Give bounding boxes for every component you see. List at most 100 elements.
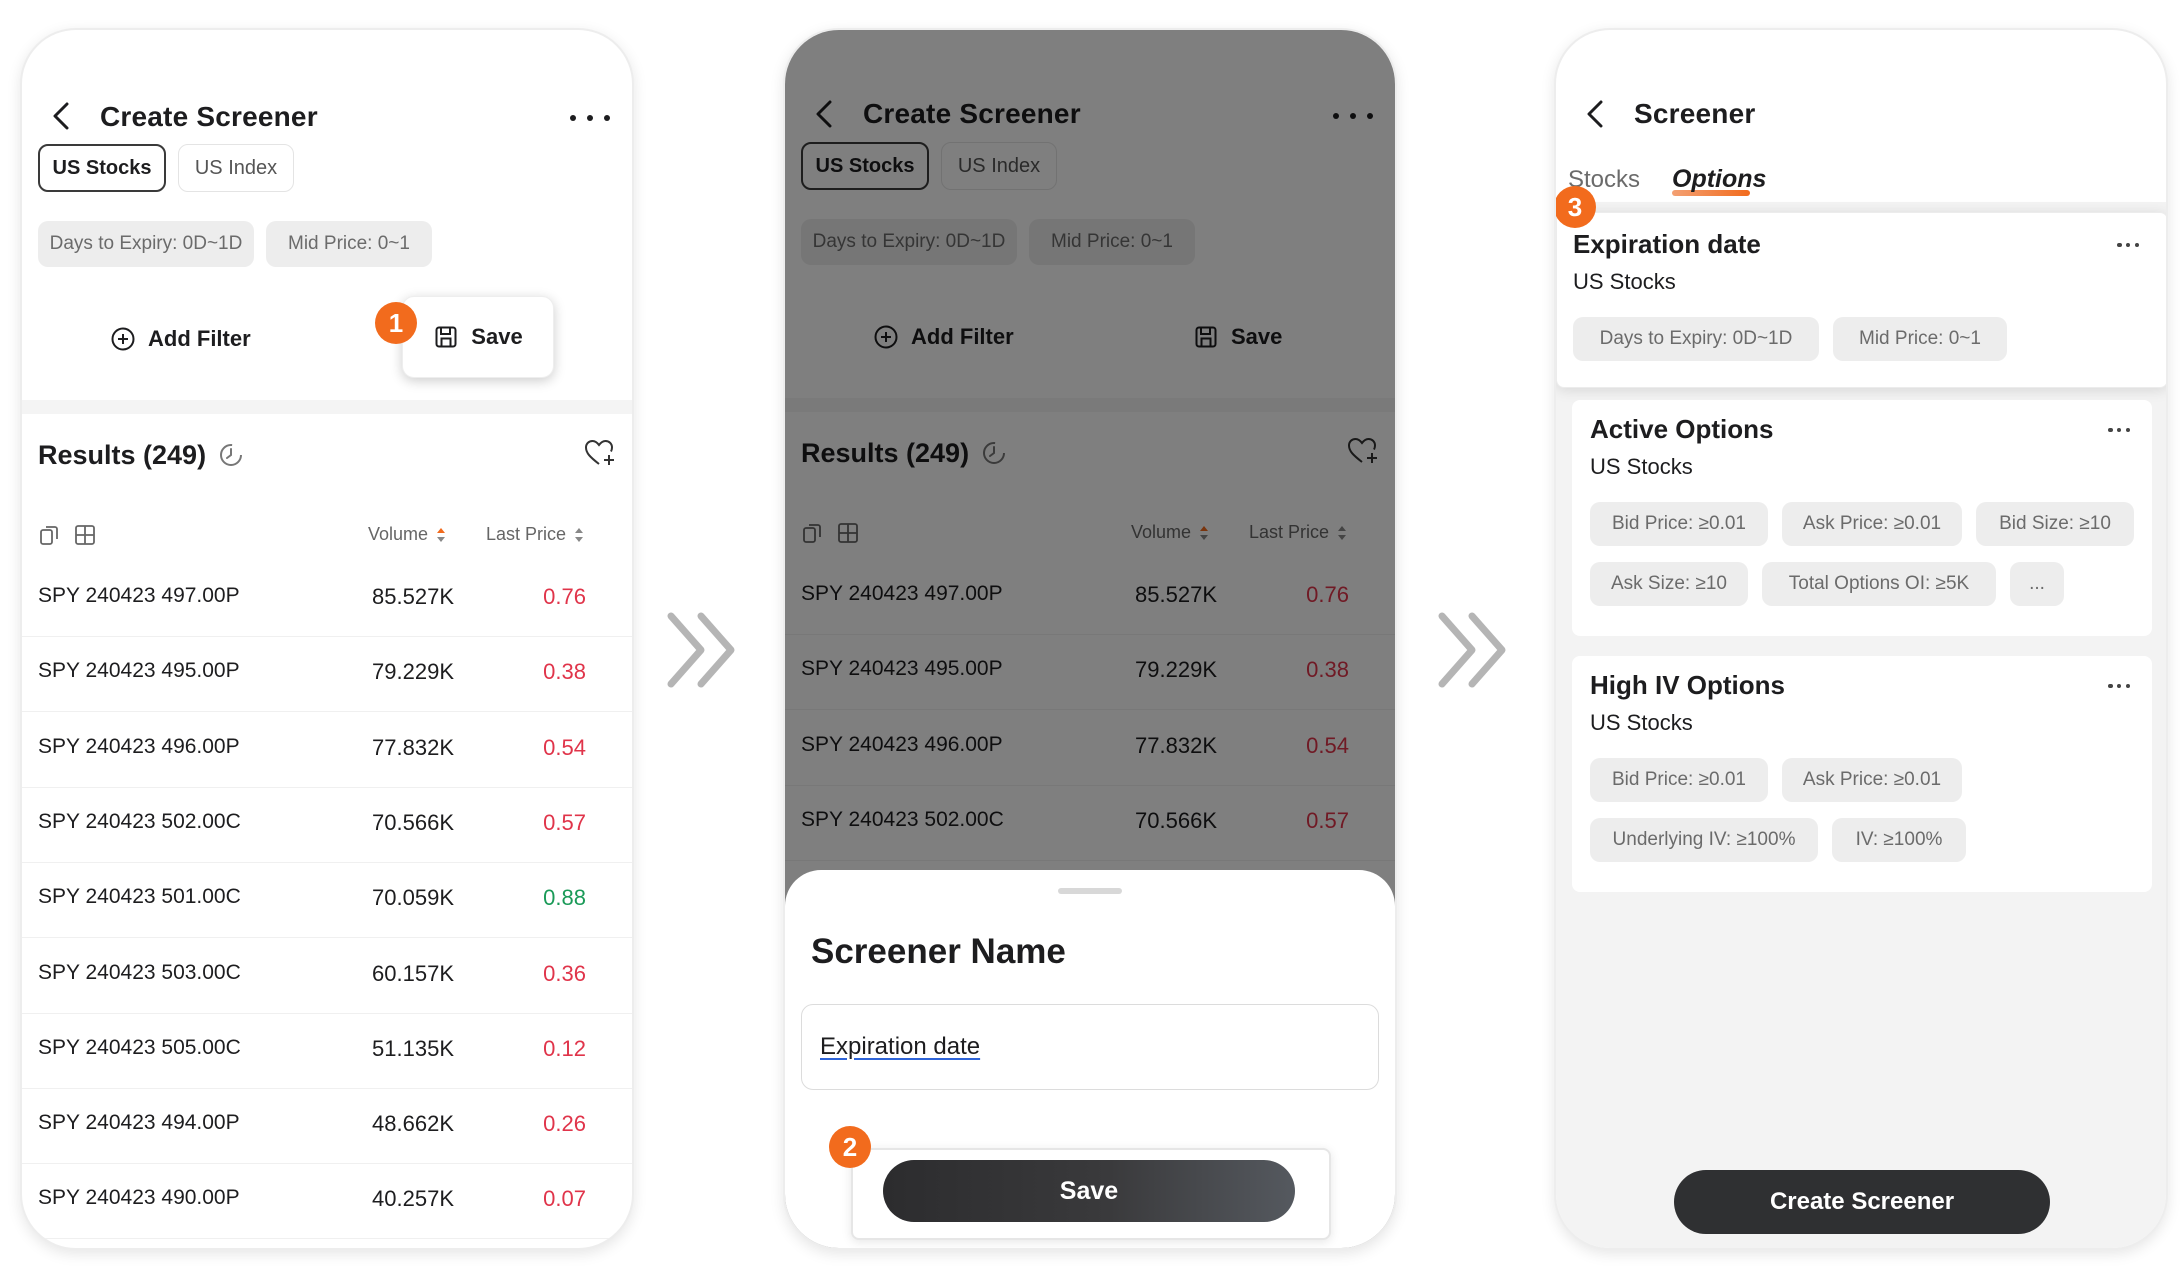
card-title: Active Options [1590, 414, 1774, 444]
card-market: US Stocks [1573, 269, 1676, 294]
heart-plus-icon[interactable] [584, 438, 616, 468]
filter-chip: Ask Size: ≥10 [1590, 562, 1748, 606]
volume-value: 70.566K [372, 809, 454, 835]
filter-chip: Mid Price: 0~1 [1833, 317, 2007, 361]
volume-value: 85.527K [372, 584, 454, 609]
volume-header-label: Volume [368, 524, 429, 544]
screener-name-screen: Create Screener US Stocks US Index Days … [783, 28, 1397, 1250]
more-dots-icon[interactable] [2108, 682, 2130, 690]
last-price-value: 0.76 [543, 584, 586, 609]
screener-list-screen: Screener Stocks Options Expiration date … [1554, 28, 2168, 1250]
option-symbol: SPY 240423 502.00C [38, 809, 241, 833]
card-title: Expiration date [1573, 229, 1761, 259]
table-row[interactable]: SPY 240423 502.00C 70.566K 0.57 [22, 788, 632, 863]
filter-chip-days-to-expiry[interactable]: Days to Expiry: 0D~1D [38, 221, 254, 267]
copy-icon[interactable] [38, 524, 60, 546]
filter-chip-more: ... [2010, 562, 2064, 606]
segment-us-index[interactable]: US Index [178, 144, 294, 192]
more-dots-icon[interactable] [2108, 426, 2130, 434]
option-symbol: SPY 240423 505.00C [38, 1035, 241, 1059]
option-symbol: SPY 240423 495.00P [38, 659, 240, 683]
grid-icon[interactable] [74, 524, 96, 546]
save-disk-icon [435, 326, 457, 348]
screener-card-high-iv-options[interactable]: High IV Options US Stocks Bid Price: ≥0.… [1572, 656, 2152, 892]
last-price-value: 0.07 [543, 1186, 586, 1212]
screener-name-value: Expiration date [820, 1033, 981, 1060]
last-price-column-header[interactable]: Last Price [486, 524, 584, 545]
last-price-value: 0.12 [543, 1035, 586, 1061]
page-title: Create Screener [100, 101, 318, 132]
option-symbol: SPY 240423 501.00C [38, 885, 241, 909]
last-price-value: 0.36 [543, 960, 586, 986]
option-symbol: SPY 240423 496.00P [38, 734, 240, 758]
table-row[interactable]: SPY 240423 501.00C 70.059K 0.88 [22, 863, 632, 939]
results-count: Results (249) [38, 440, 207, 470]
last-price-value: 0.57 [543, 809, 586, 835]
option-symbol: SPY 240423 494.00P [38, 1111, 240, 1135]
filter-chip: Bid Size: ≥10 [1976, 502, 2134, 546]
table-row[interactable]: SPY 240423 496.00P 77.832K 0.54 [22, 713, 632, 788]
step-badge-2: 2 [829, 1126, 871, 1168]
screener-card-active-options[interactable]: Active Options US Stocks Bid Price: ≥0.0… [1572, 400, 2152, 636]
filter-chip-mid-price[interactable]: Mid Price: 0~1 [266, 221, 432, 267]
card-market: US Stocks [1590, 454, 1693, 479]
save-screener-button[interactable]: Save [883, 1160, 1295, 1222]
last-price-value: 0.88 [543, 885, 586, 911]
sort-icon [575, 527, 584, 542]
table-row[interactable]: SPY 240423 503.00C 60.157K 0.36 [22, 939, 632, 1014]
screener-name-sheet: Screener Name Expiration date Save 2 [785, 870, 1395, 1248]
table-row[interactable]: SPY 240423 505.00C 51.135K 0.12 [22, 1014, 632, 1089]
volume-value: 77.832K [372, 734, 454, 760]
more-dots-icon[interactable] [570, 108, 610, 128]
option-symbol: SPY 240423 503.00C [38, 960, 241, 984]
back-arrow-icon[interactable] [44, 96, 78, 136]
table-row[interactable]: SPY 240423 494.00P 48.662K 0.26 [22, 1089, 632, 1165]
card-title: High IV Options [1590, 670, 1785, 700]
filter-chip: IV: ≥100% [1832, 818, 1966, 862]
segment-us-stocks[interactable]: US Stocks [38, 144, 166, 192]
volume-column-header[interactable]: Volume [368, 524, 446, 545]
save-button[interactable]: Save [402, 296, 554, 378]
filter-chip: Underlying IV: ≥100% [1590, 818, 1818, 862]
screener-card-expiration-date[interactable]: Expiration date US Stocks Days to Expiry… [1556, 212, 2166, 388]
filter-chip: Ask Price: ≥0.01 [1782, 502, 1962, 546]
step-badge-1: 1 [375, 302, 417, 344]
filter-chip: Ask Price: ≥0.01 [1782, 758, 1962, 802]
filter-chip: Bid Price: ≥0.01 [1590, 758, 1768, 802]
tab-options[interactable]: Options [1672, 165, 1766, 194]
double-chevron-right-icon [1438, 612, 1506, 688]
option-symbol: SPY 240423 490.00P [38, 1186, 240, 1210]
volume-value: 70.059K [372, 885, 454, 911]
option-symbol: SPY 240423 497.00P [38, 584, 240, 607]
back-arrow-icon[interactable] [1578, 94, 1612, 134]
add-filter-label: Add Filter [148, 326, 251, 351]
save-label: Save [471, 324, 523, 349]
filter-chip: Days to Expiry: 0D~1D [1573, 317, 1819, 361]
screener-name-input[interactable]: Expiration date [801, 1004, 1379, 1090]
table-row[interactable]: SPY 240423 504.00C37.207K0.21 [22, 1240, 632, 1248]
more-dots-icon[interactable] [2117, 241, 2139, 249]
filter-chip: Bid Price: ≥0.01 [1590, 502, 1768, 546]
step-badge-3: 3 [1556, 186, 1596, 228]
last-price-value: 0.26 [543, 1111, 586, 1137]
last-price-value: 0.38 [543, 659, 586, 685]
sheet-title: Screener Name [811, 932, 1066, 971]
double-chevron-right-icon [667, 612, 735, 688]
add-filter-button[interactable]: Add Filter [110, 326, 251, 352]
table-row[interactable]: SPY 240423 490.00P 40.257K 0.07 [22, 1164, 632, 1240]
create-screener-screen: Create Screener US Stocks US Index Days … [20, 28, 634, 1250]
page-title: Screener [1634, 98, 1756, 129]
volume-value: 60.157K [372, 960, 454, 986]
card-market: US Stocks [1590, 710, 1693, 735]
table-row[interactable]: SPY 240423 497.00P 85.527K 0.76 [22, 562, 632, 637]
sheet-handle[interactable] [1058, 888, 1122, 894]
refresh-icon[interactable] [218, 442, 244, 468]
last-price-value: 0.54 [543, 734, 586, 760]
create-screener-button[interactable]: Create Screener [1674, 1170, 2050, 1234]
last-price-header-label: Last Price [486, 524, 567, 544]
sort-icon [437, 527, 446, 542]
volume-value: 51.135K [372, 1035, 454, 1061]
filter-chip: Total Options OI: ≥5K [1762, 562, 1996, 606]
volume-value: 48.662K [372, 1111, 454, 1137]
table-row[interactable]: SPY 240423 495.00P 79.229K 0.38 [22, 637, 632, 713]
